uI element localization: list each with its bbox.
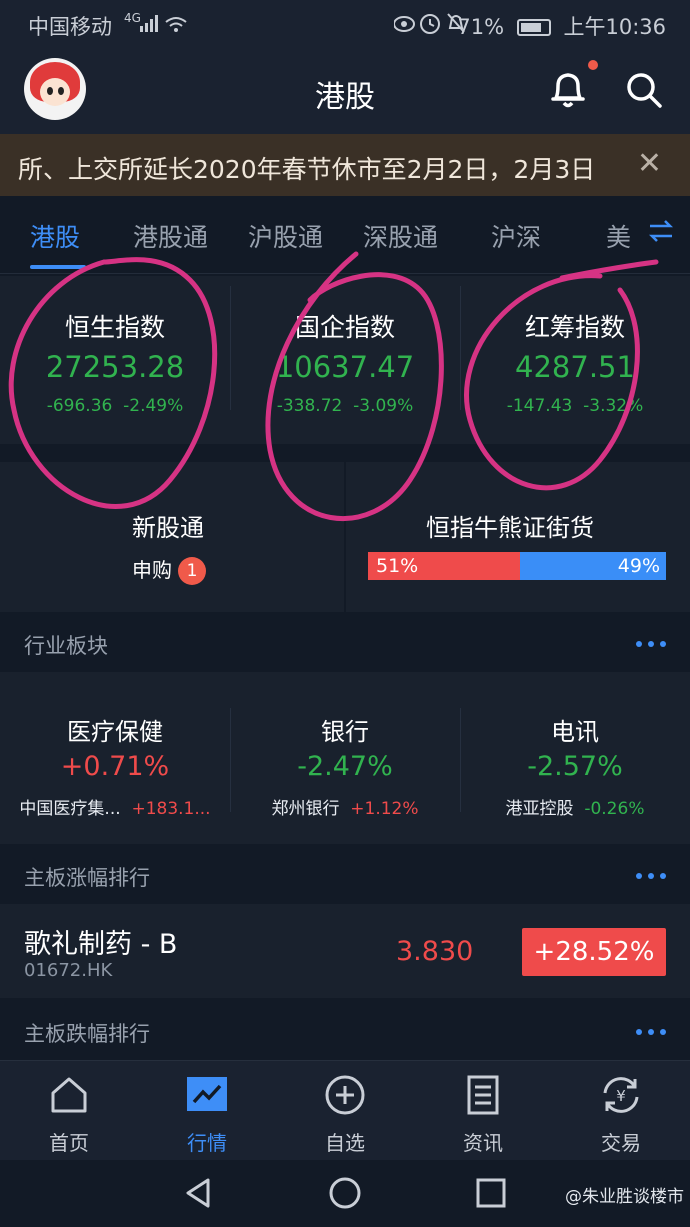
market-chart-icon (187, 1077, 227, 1111)
bottom-tab-label: 首页 (49, 1131, 89, 1155)
stock-price: 3.830 (396, 936, 474, 967)
tab-hk-connect[interactable]: 港股通 (133, 218, 208, 254)
search-icon[interactable] (624, 70, 664, 110)
gainers-section-header[interactable]: 主板涨幅排行 (0, 846, 690, 904)
ipo-title: 新股通 (132, 514, 204, 542)
section-title: 主板涨幅排行 (24, 866, 150, 890)
battery-label: 71% (457, 15, 505, 39)
bottom-tab-news[interactable]: 资讯 (414, 1061, 552, 1161)
status-right: 71% 上午10:36 (457, 11, 666, 41)
bottom-tab-bar: 首页 行情 自选 资讯 ¥ 交易 (0, 1060, 690, 1160)
svg-text:¥: ¥ (616, 1087, 626, 1105)
bottom-tab-label: 资讯 (463, 1131, 503, 1155)
index-name: 红筹指数 (524, 313, 625, 342)
notice-banner[interactable]: 所、上交所延长2020年春节休市至2月2日，2月3日 ✕ (0, 134, 690, 196)
sector-lead: 郑州银行 +1.12% (271, 799, 419, 819)
sector-pct: +0.71% (60, 751, 170, 782)
bottom-tab-label: 自选 (325, 1131, 365, 1155)
bottom-tab-watchlist[interactable]: 自选 (276, 1061, 414, 1161)
bottom-tab-trade[interactable]: ¥ 交易 (552, 1061, 690, 1161)
notice-text: 所、上交所延长2020年春节休市至2月2日，2月3日 (18, 155, 596, 184)
home-icon (51, 1077, 87, 1113)
tab-sh-connect[interactable]: 沪股通 (248, 218, 323, 254)
clock-label: 上午10:36 (563, 15, 666, 39)
bottom-tab-market[interactable]: 行情 (138, 1061, 276, 1161)
sector-pct: -2.57% (527, 751, 623, 782)
tab-shsz[interactable]: 沪深 (491, 218, 541, 254)
sector-section-header[interactable]: 行业板块 (0, 614, 690, 672)
sector-name: 医疗保健 (67, 718, 163, 746)
app-header: 港股 (0, 48, 690, 134)
spacer (0, 444, 690, 462)
table-row[interactable]: 歌礼制药 - B 01672.HK 3.830 +28.52% (0, 904, 690, 998)
sector-telecom[interactable]: 电讯 -2.57% 港亚控股 -0.26% (460, 712, 690, 819)
back-icon[interactable] (182, 1176, 216, 1210)
stock-code: 01672.HK (24, 960, 113, 981)
tab-sz-connect[interactable]: 深股通 (363, 218, 438, 254)
ipo-subscribe[interactable]: 申购 1 (132, 554, 206, 585)
more-icon[interactable] (636, 1029, 666, 1035)
index-name: 恒生指数 (64, 313, 165, 342)
carrier-label: 中国移动 (28, 15, 112, 39)
bull-bear-bar[interactable]: 51% 49% (368, 552, 666, 580)
sector-panel: 医疗保健 +0.71% 中国医疗集... +183.1... 银行 -2.47%… (0, 672, 690, 844)
bell-icon[interactable] (548, 68, 588, 110)
sector-pct: -2.47% (297, 751, 393, 782)
index-value: 4287.51 (515, 350, 635, 384)
sector-healthcare[interactable]: 医疗保健 +0.71% 中国医疗集... +183.1... (0, 712, 230, 819)
index-value: 10637.47 (275, 350, 415, 384)
sector-name: 银行 (321, 718, 369, 746)
plus-circle-icon (325, 1075, 365, 1115)
bull-bear-title[interactable]: 恒指牛熊证街货 (426, 508, 594, 543)
stock-name: 歌礼制药 - B (24, 929, 178, 960)
divider (344, 462, 346, 612)
index-value: 27253.28 (45, 350, 185, 384)
bull-segment: 51% (368, 552, 520, 580)
index-name: 国企指数 (294, 313, 395, 342)
count-badge: 1 (178, 557, 206, 585)
sector-name: 电讯 (551, 718, 599, 746)
losers-section-header[interactable]: 主板跌幅排行 (0, 1002, 690, 1060)
sector-lead: 港亚控股 -0.26% (505, 799, 645, 819)
sector-banks[interactable]: 银行 -2.47% 郑州银行 +1.12% (230, 712, 460, 819)
index-hscei[interactable]: 国企指数 10637.47 -338.72 -3.09% (230, 308, 460, 416)
bottom-tab-home[interactable]: 首页 (0, 1061, 138, 1161)
index-change: -696.36 -2.49% (46, 396, 184, 416)
swap-arrows-icon[interactable] (646, 216, 676, 246)
promo-panel: 新股通 申购 1 恒指牛熊证街货 51% 49% (0, 462, 690, 612)
active-tab-indicator (30, 265, 86, 269)
notification-dot (588, 60, 598, 70)
bear-segment: 49% (520, 552, 666, 580)
index-hsi[interactable]: 恒生指数 27253.28 -696.36 -2.49% (0, 308, 230, 416)
close-icon[interactable]: ✕ (637, 146, 662, 181)
network-type-label: 4G (124, 11, 141, 25)
tab-us[interactable]: 美 (606, 218, 631, 254)
signal-wifi-icon (140, 15, 187, 32)
section-title: 主板跌幅排行 (24, 1022, 150, 1046)
recents-icon[interactable] (474, 1176, 508, 1210)
watermark: @朱业胜谈楼市 (565, 1187, 684, 1207)
battery-icon (516, 19, 551, 36)
index-change: -338.72 -3.09% (276, 396, 414, 416)
section-title: 行业板块 (24, 634, 108, 658)
index-panel: 恒生指数 27253.28 -696.36 -2.49% 国企指数 10637.… (0, 276, 690, 444)
more-icon[interactable] (636, 641, 666, 647)
change-pill: +28.52% (522, 928, 666, 976)
news-icon (467, 1075, 499, 1115)
tab-hk-stocks[interactable]: 港股 (30, 218, 80, 254)
bottom-tab-label: 交易 (601, 1131, 641, 1155)
index-hscci[interactable]: 红筹指数 4287.51 -147.43 -3.32% (460, 308, 690, 416)
home-button-icon[interactable] (328, 1176, 362, 1210)
more-icon[interactable] (636, 873, 666, 879)
system-nav-bar: @朱业胜谈楼市 (0, 1160, 690, 1227)
market-tabs: 港股 港股通 沪股通 深股通 沪深 美 (0, 196, 690, 274)
sector-lead: 中国医疗集... +183.1... (19, 799, 211, 819)
index-change: -147.43 -3.32% (506, 396, 644, 416)
bottom-tab-label: 行情 (187, 1131, 227, 1155)
trade-yen-icon: ¥ (603, 1077, 639, 1113)
status-bar: 中国移动 4G 71% 上午10:36 (0, 0, 690, 48)
ipo-card[interactable]: 新股通 申购 1 (0, 462, 344, 612)
